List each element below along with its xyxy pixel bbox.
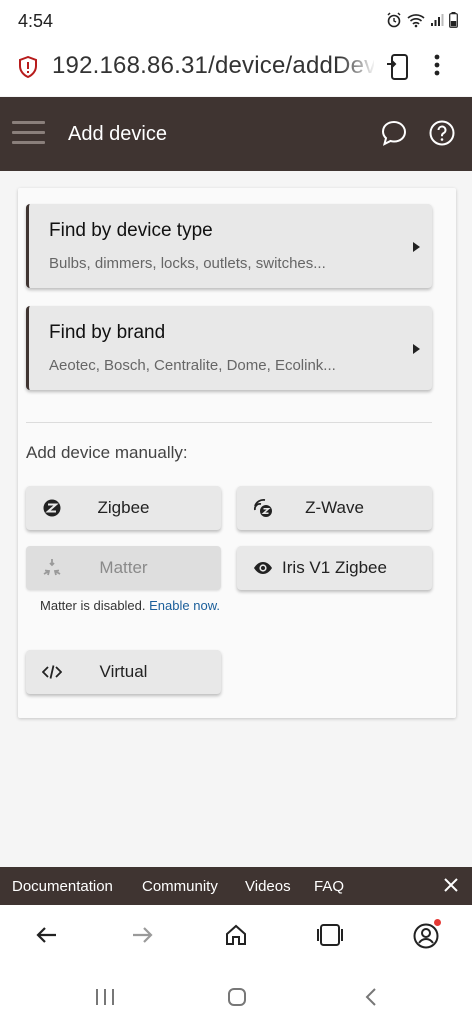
system-nav-bar — [0, 969, 472, 1024]
app-header: Add device — [0, 97, 472, 171]
security-warning-icon[interactable] — [18, 56, 38, 78]
find-by-device-type-button[interactable]: Find by device type Bulbs, dimmers, lock… — [26, 204, 432, 288]
status-icons — [386, 12, 458, 28]
matter-label: Matter — [99, 558, 148, 577]
community-link[interactable]: Community — [142, 878, 218, 895]
footer-links-bar: Documentation Community Videos FAQ — [0, 867, 472, 905]
page-title: Add device — [68, 123, 167, 145]
virtual-label: Virtual — [99, 662, 148, 681]
back-arrow-icon[interactable] — [35, 923, 59, 947]
zigbee-label: Zigbee — [97, 498, 150, 517]
add-manually-label: Add device manually: — [26, 443, 188, 462]
iris-v1-zigbee-button[interactable]: Iris V1 Zigbee — [237, 546, 432, 590]
url-text[interactable]: 192.168.86.31/device/addDevice — [52, 52, 374, 80]
videos-link[interactable]: Videos — [245, 878, 291, 895]
matter-button[interactable]: Matter — [26, 546, 221, 590]
find-by-brand-button[interactable]: Find by brand Aeotec, Bosch, Centralite,… — [26, 306, 432, 390]
divider — [26, 422, 432, 423]
tabs-icon[interactable] — [316, 923, 344, 947]
menu-icon[interactable] — [12, 121, 45, 145]
virtual-button[interactable]: Virtual — [26, 650, 221, 694]
arrow-right-icon — [413, 344, 420, 354]
find-by-device-type-title: Find by device type — [49, 220, 213, 241]
recent-apps-icon[interactable] — [94, 987, 116, 1007]
browser-url-bar: 192.168.86.31/device/addDevice — [0, 40, 472, 96]
close-icon[interactable] — [442, 876, 460, 894]
url-fade — [340, 48, 376, 88]
browser-nav-bar — [0, 905, 472, 969]
status-time: 4:54 — [18, 11, 54, 31]
status-bar: 4:54 — [0, 0, 472, 40]
matter-disabled-note: Matter is disabled. Enable now. — [30, 596, 230, 616]
home-icon[interactable] — [224, 923, 248, 947]
find-by-brand-title: Find by brand — [49, 322, 166, 343]
matter-disabled-text: Matter is disabled. — [40, 598, 146, 613]
notification-dot — [434, 919, 441, 926]
zwave-label: Z-Wave — [305, 498, 364, 517]
system-home-icon[interactable] — [226, 987, 248, 1007]
enable-matter-link[interactable]: Enable now. — [149, 598, 220, 613]
arrow-right-icon — [413, 242, 420, 252]
open-in-app-icon[interactable] — [386, 53, 412, 81]
alarm-icon — [387, 12, 401, 28]
add-device-card: Find by device type Bulbs, dimmers, lock… — [18, 188, 456, 718]
more-menu-icon[interactable] — [434, 54, 440, 76]
profile-icon[interactable] — [413, 923, 439, 949]
faq-link[interactable]: FAQ — [314, 878, 344, 895]
zigbee-button[interactable]: Zigbee — [26, 486, 221, 530]
signal-icon — [431, 14, 444, 26]
chat-icon[interactable] — [380, 119, 408, 147]
wifi-icon — [407, 13, 425, 27]
find-by-brand-subtitle: Aeotec, Bosch, Centralite, Dome, Ecolink… — [49, 357, 336, 374]
help-icon[interactable] — [428, 119, 456, 147]
documentation-link[interactable]: Documentation — [12, 878, 113, 895]
system-back-icon[interactable] — [360, 987, 382, 1007]
battery-icon — [449, 12, 458, 28]
find-by-device-type-subtitle: Bulbs, dimmers, locks, outlets, switches… — [49, 255, 326, 272]
zwave-button[interactable]: Z-Wave — [237, 486, 432, 530]
iris-v1-zigbee-label: Iris V1 Zigbee — [282, 558, 387, 577]
forward-arrow-icon[interactable] — [130, 923, 154, 947]
